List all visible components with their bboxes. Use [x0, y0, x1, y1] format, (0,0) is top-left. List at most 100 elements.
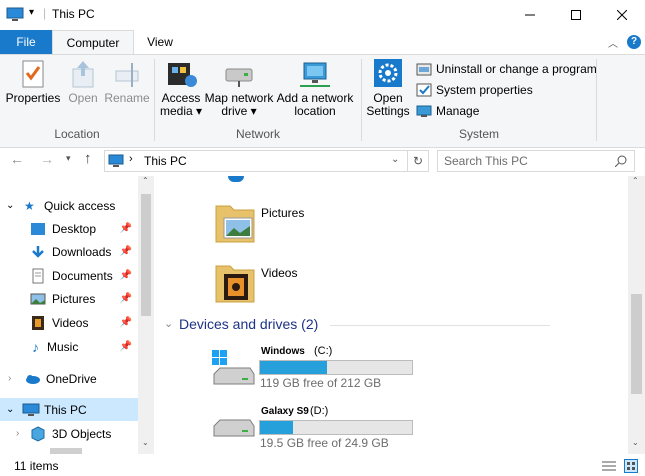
nav-item-videos[interactable]: Videos 📌 [0, 311, 138, 334]
cloud-icon [26, 374, 40, 384]
search-icon [615, 155, 627, 167]
drive-icon [213, 419, 255, 437]
folder-item-pictures[interactable]: Pictures [214, 200, 374, 246]
drive-item-c[interactable]: Windows (C:) 119 GB free of 212 GB [210, 344, 470, 394]
quick-access-dropdown-icon[interactable]: ▾ [29, 7, 34, 18]
add-network-location-button[interactable]: Add a network location [276, 59, 354, 118]
collapse-chevron-icon[interactable]: ⌄ [164, 317, 173, 330]
system-properties-button[interactable]: System properties [416, 80, 533, 100]
access-media-button[interactable]: Access media ▾ [158, 59, 204, 118]
scroll-up-icon[interactable]: ⌃ [142, 176, 149, 185]
open-settings-label-2: Settings [366, 104, 410, 118]
expand-chevron-icon[interactable]: › [16, 428, 30, 439]
drive-name: Windows [261, 346, 305, 357]
manage-button[interactable]: Manage [416, 101, 479, 121]
up-arrow-icon[interactable]: ↑ [84, 150, 92, 167]
folder-partial-icon [228, 176, 244, 182]
open-button[interactable]: Open [64, 59, 102, 105]
scroll-down-icon[interactable]: ⌄ [142, 438, 149, 447]
nav-this-pc[interactable]: ⌄ This PC [0, 398, 138, 421]
pin-icon[interactable]: 📌 [120, 270, 132, 281]
recent-locations-icon[interactable]: ▾ [66, 153, 71, 164]
back-arrow-icon[interactable]: ← [10, 151, 24, 167]
nav-3d-objects[interactable]: › 3D Objects [0, 422, 138, 445]
pictures-icon [30, 293, 46, 304]
ribbon-separator [596, 59, 597, 141]
uninstall-label: Uninstall or change a program [436, 62, 597, 76]
nav-item-desktop[interactable]: Desktop 📌 [0, 217, 138, 240]
nav-item-downloads[interactable]: Downloads 📌 [0, 240, 138, 263]
minimize-button[interactable] [507, 0, 553, 30]
address-bar[interactable]: › This PC ⌄ [104, 150, 408, 172]
nav-quick-access[interactable]: ⌄ ★ Quick access [0, 194, 138, 217]
nav-item-documents[interactable]: Documents 📌 [0, 264, 138, 287]
drive-usage-fill [260, 421, 294, 434]
rename-icon [115, 63, 139, 87]
windows-drive-icon [212, 350, 255, 385]
content-scrollbar[interactable]: ⌃ ⌄ [628, 176, 645, 454]
music-note-icon: ♪ [32, 338, 39, 355]
rename-label: Rename [104, 91, 150, 105]
manage-label: Manage [436, 104, 480, 118]
address-path[interactable]: This PC [144, 154, 187, 168]
nav-item-pictures[interactable]: Pictures 📌 [0, 287, 138, 310]
help-icon[interactable]: ? [627, 35, 641, 49]
expand-chevron-icon[interactable]: ⌄ [6, 200, 20, 211]
refresh-button[interactable]: ↻ [407, 150, 429, 172]
uninstall-program-button[interactable]: Uninstall or change a program [416, 59, 597, 79]
drive-free-text: 19.5 GB free of 24.9 GB [260, 436, 389, 450]
network-drive-icon [225, 68, 253, 87]
tab-file[interactable]: File [0, 30, 52, 54]
details-view-icon[interactable] [602, 460, 616, 472]
this-pc-icon [22, 403, 40, 416]
address-dropdown-icon[interactable]: ⌄ [391, 154, 399, 165]
videos-icon [32, 315, 44, 330]
3d-objects-label: 3D Objects [52, 426, 112, 441]
tab-computer[interactable]: Computer [52, 30, 134, 54]
rename-button[interactable]: Rename [104, 59, 150, 105]
content-scroll-thumb[interactable] [631, 294, 642, 394]
pin-icon[interactable]: 📌 [120, 341, 132, 352]
pin-icon[interactable]: 📌 [120, 293, 132, 304]
drive-item-d[interactable]: Galaxy S9 (D:) 19.5 GB free of 24.9 GB [210, 402, 470, 452]
system-properties-icon [416, 83, 432, 97]
this-pc-icon [108, 154, 124, 167]
pin-icon[interactable]: 📌 [120, 317, 132, 328]
scroll-up-icon[interactable]: ⌃ [632, 176, 639, 185]
tab-view[interactable]: View [137, 30, 183, 54]
status-bar: 11 items [0, 456, 645, 476]
3d-cube-icon [31, 425, 45, 442]
collapse-ribbon-icon[interactable]: ︿ [608, 35, 618, 50]
expand-chevron-icon[interactable]: › [8, 373, 22, 384]
folder-item-videos[interactable]: Videos [214, 260, 374, 306]
window-title: This PC [52, 7, 95, 21]
open-icon [72, 61, 94, 88]
scroll-down-icon[interactable]: ⌄ [632, 438, 639, 447]
pin-icon[interactable]: 📌 [120, 246, 132, 257]
access-media-icon [168, 63, 197, 87]
nav-pane-scrollbar[interactable]: ⌃ ⌄ [138, 176, 154, 454]
search-input[interactable]: Search This PC [444, 154, 528, 168]
open-settings-button[interactable]: Open Settings [364, 59, 412, 118]
close-button[interactable] [599, 0, 645, 30]
large-icons-view-icon[interactable] [624, 459, 638, 473]
forward-arrow-icon[interactable]: → [40, 151, 54, 167]
maximize-button[interactable] [553, 0, 599, 30]
pictures-folder-icon [215, 205, 255, 243]
nav-onedrive[interactable]: › OneDrive [0, 367, 138, 390]
nav-item-music[interactable]: ♪ Music 📌 [0, 335, 138, 358]
pin-icon[interactable]: 📌 [120, 223, 132, 234]
nav-scroll-thumb[interactable] [141, 194, 151, 316]
map-network-drive-button[interactable]: Map network drive ▾ [204, 59, 274, 118]
expand-chevron-icon[interactable]: ⌄ [6, 404, 20, 415]
section-title: Devices and drives (2) [179, 316, 319, 332]
computer-icon[interactable] [6, 7, 24, 23]
quick-access-label: Quick access [44, 198, 116, 213]
properties-button[interactable]: Properties [4, 59, 62, 105]
path-separator-icon: › [129, 153, 133, 165]
open-label: Open [68, 91, 98, 105]
this-pc-label: This PC [44, 402, 87, 417]
search-box[interactable]: Search This PC [437, 150, 635, 172]
settings-gear-icon [374, 59, 402, 87]
devices-section-header[interactable]: ⌄ Devices and drives (2) [160, 316, 620, 336]
